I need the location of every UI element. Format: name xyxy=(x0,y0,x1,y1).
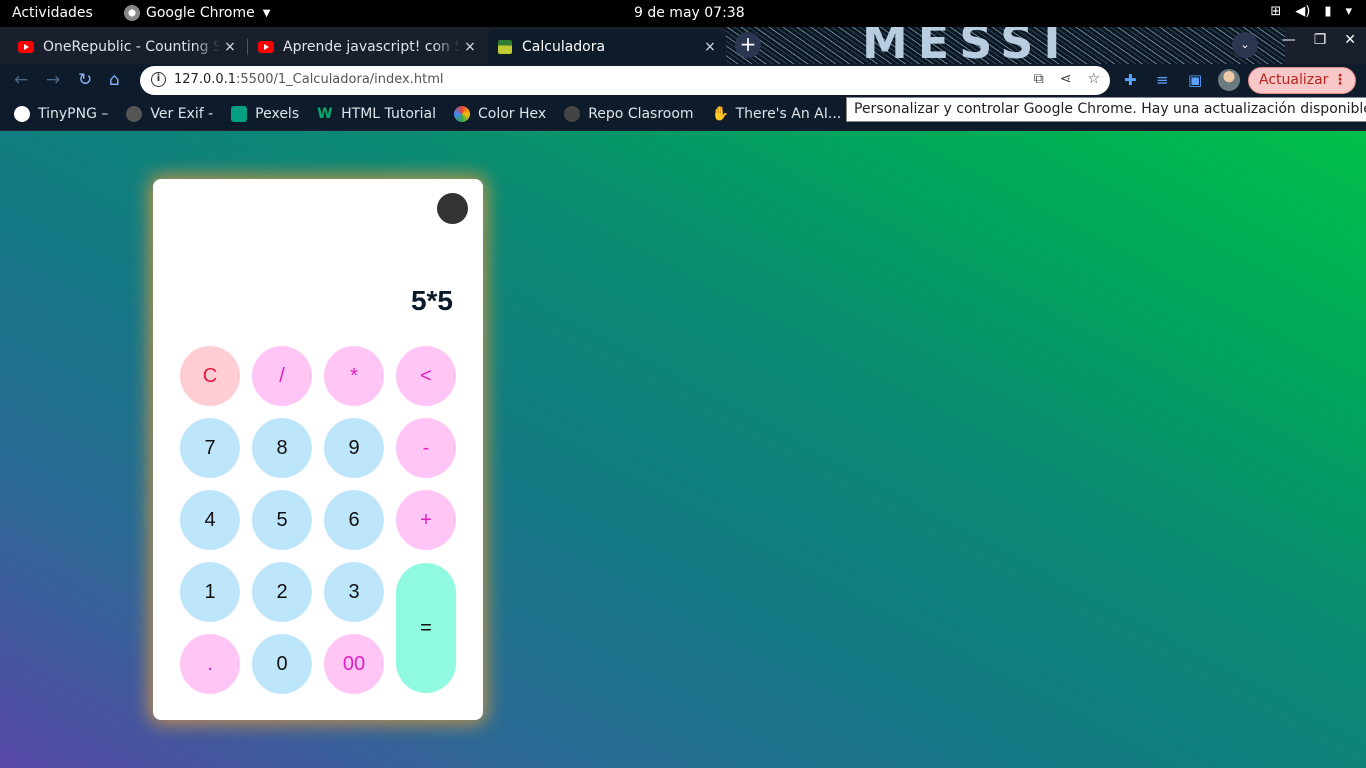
close-icon[interactable]: × xyxy=(220,39,240,55)
clock[interactable]: 9 de may 07:38 xyxy=(634,5,745,21)
tab-aprende-javascript[interactable]: Aprende javascript! con 5 × xyxy=(248,30,486,64)
w3schools-icon: W xyxy=(317,105,333,122)
share-icon[interactable]: ⋖ xyxy=(1060,71,1072,87)
bookmark-ver-exif[interactable]: Ver Exif - xyxy=(126,105,214,122)
reload-icon[interactable]: ↻ xyxy=(78,70,92,90)
bookmark-label: Color Hex xyxy=(478,105,547,122)
double-zero-button[interactable]: 00 xyxy=(324,634,384,694)
tab-search-button[interactable]: ⌄ xyxy=(1232,32,1258,58)
calculator-icon xyxy=(498,40,512,54)
tab-calculadora[interactable]: Calculadora × xyxy=(488,30,726,64)
app-menu[interactable]: Google Chrome ▼ xyxy=(124,5,270,21)
multiply-button[interactable]: * xyxy=(324,346,384,406)
digit-9-button[interactable]: 9 xyxy=(324,418,384,478)
bookmark-label: Repo Clasroom xyxy=(588,105,694,122)
digit-3-button[interactable]: 3 xyxy=(324,562,384,622)
bookmark-label: There's An AI... xyxy=(735,105,842,122)
caret-down-icon: ▼ xyxy=(262,7,271,19)
youtube-icon xyxy=(18,41,34,53)
page-viewport: 5*5 C / * < 7 8 9 - 4 5 6 + 1 2 3 = . 0 … xyxy=(0,131,1366,768)
system-top-bar: Actividades Google Chrome ▼ 9 de may 07:… xyxy=(0,0,1366,27)
site-info-icon[interactable]: i xyxy=(151,72,166,87)
translate-icon[interactable]: ⧉ xyxy=(1034,71,1044,87)
bookmark-tinypng[interactable]: TinyPNG – xyxy=(14,105,109,122)
bookmark-label: Ver Exif - xyxy=(150,105,214,122)
digit-5-button[interactable]: 5 xyxy=(252,490,312,550)
minimize-icon[interactable]: — xyxy=(1282,32,1296,48)
bookmark-label: HTML Tutorial xyxy=(341,105,437,122)
plus-button[interactable]: + xyxy=(396,490,456,550)
digit-8-button[interactable]: 8 xyxy=(252,418,312,478)
close-icon[interactable]: × xyxy=(700,39,720,55)
window-controls: — ❐ ✕ xyxy=(1282,32,1356,48)
globe-icon xyxy=(126,105,143,122)
home-icon[interactable]: ⌂ xyxy=(109,70,120,90)
bookmark-theres-an-ai[interactable]: ✋ There's An AI... xyxy=(712,106,842,122)
browser-toolbar: ← → ↻ ⌂ i 127.0.0.1:5500/1_Calculadora/i… xyxy=(0,64,1366,97)
update-label: Actualizar xyxy=(1259,72,1329,88)
update-tooltip: Personalizar y controlar Google Chrome. … xyxy=(846,97,1366,122)
network-icon: ⊞ xyxy=(1270,4,1282,19)
tab-onerepublic[interactable]: OneRepublic - Counting S × xyxy=(8,30,246,64)
bookmark-label: TinyPNG – xyxy=(38,105,109,122)
divide-button[interactable]: / xyxy=(252,346,312,406)
pexels-icon xyxy=(231,105,248,122)
digit-7-button[interactable]: 7 xyxy=(180,418,240,478)
tab-label: Aprende javascript! con 5 xyxy=(283,39,460,55)
github-icon xyxy=(564,105,581,122)
bookmark-html-tutorial[interactable]: W HTML Tutorial xyxy=(317,106,436,122)
equals-button[interactable]: = xyxy=(396,563,456,693)
color-wheel-icon xyxy=(454,105,471,122)
digit-0-button[interactable]: 0 xyxy=(252,634,312,694)
youtube-icon xyxy=(258,41,274,53)
side-panel-icon[interactable]: ▣ xyxy=(1188,71,1202,89)
tab-strip: MESSI OneRepublic - Counting S × Aprende… xyxy=(0,27,1366,64)
back-icon[interactable]: ← xyxy=(14,70,28,90)
new-tab-button[interactable]: + xyxy=(735,32,761,58)
profile-avatar[interactable] xyxy=(1218,69,1240,91)
volume-icon: ◀) xyxy=(1295,4,1311,19)
close-icon[interactable]: × xyxy=(460,39,480,55)
calculator: 5*5 C / * < 7 8 9 - 4 5 6 + 1 2 3 = . 0 … xyxy=(153,179,483,720)
calculator-display: 5*5 xyxy=(410,285,453,316)
theme-toggle-dot[interactable] xyxy=(437,193,468,224)
menu-dots-icon: ⋮ xyxy=(1333,72,1347,88)
chrome-icon xyxy=(124,5,140,21)
url-text: 127.0.0.1:5500/1_Calculadora/index.html xyxy=(174,72,444,87)
tab-label: OneRepublic - Counting S xyxy=(43,39,220,55)
clear-button[interactable]: C xyxy=(180,346,240,406)
digit-4-button[interactable]: 4 xyxy=(180,490,240,550)
bookmark-color-hex[interactable]: Color Hex xyxy=(454,105,547,122)
extensions-icon[interactable]: ✚ xyxy=(1124,71,1137,89)
app-menu-label: Google Chrome xyxy=(146,5,255,21)
update-button[interactable]: Actualizar ⋮ xyxy=(1248,67,1356,94)
close-window-icon[interactable]: ✕ xyxy=(1344,32,1356,48)
bookmark-repo-clasroom[interactable]: Repo Clasroom xyxy=(564,105,694,122)
tray-caret-icon: ▾ xyxy=(1345,4,1352,19)
bookmark-label: Pexels xyxy=(255,105,300,122)
minus-button[interactable]: - xyxy=(396,418,456,478)
address-bar[interactable]: i 127.0.0.1:5500/1_Calculadora/index.htm… xyxy=(140,66,1110,95)
forward-icon[interactable]: → xyxy=(46,70,60,90)
activities-button[interactable]: Actividades xyxy=(12,5,93,21)
system-tray[interactable]: ⊞ ◀) ▮ ▾ xyxy=(1270,4,1352,19)
bookmark-pexels[interactable]: Pexels xyxy=(231,105,300,122)
digit-6-button[interactable]: 6 xyxy=(324,490,384,550)
digit-1-button[interactable]: 1 xyxy=(180,562,240,622)
media-control-icon[interactable]: ≡ xyxy=(1156,71,1169,89)
flex-arm-icon: ✋ xyxy=(711,105,730,122)
bookmark-star-icon[interactable]: ☆ xyxy=(1087,71,1100,87)
tab-label: Calculadora xyxy=(522,39,606,55)
panda-icon xyxy=(14,105,30,122)
digit-2-button[interactable]: 2 xyxy=(252,562,312,622)
backspace-button[interactable]: < xyxy=(396,346,456,406)
battery-icon: ▮ xyxy=(1324,4,1332,19)
decimal-point-button[interactable]: . xyxy=(180,634,240,694)
theme-artwork-logo: MESSI xyxy=(862,27,1071,64)
maximize-icon[interactable]: ❐ xyxy=(1314,32,1327,48)
